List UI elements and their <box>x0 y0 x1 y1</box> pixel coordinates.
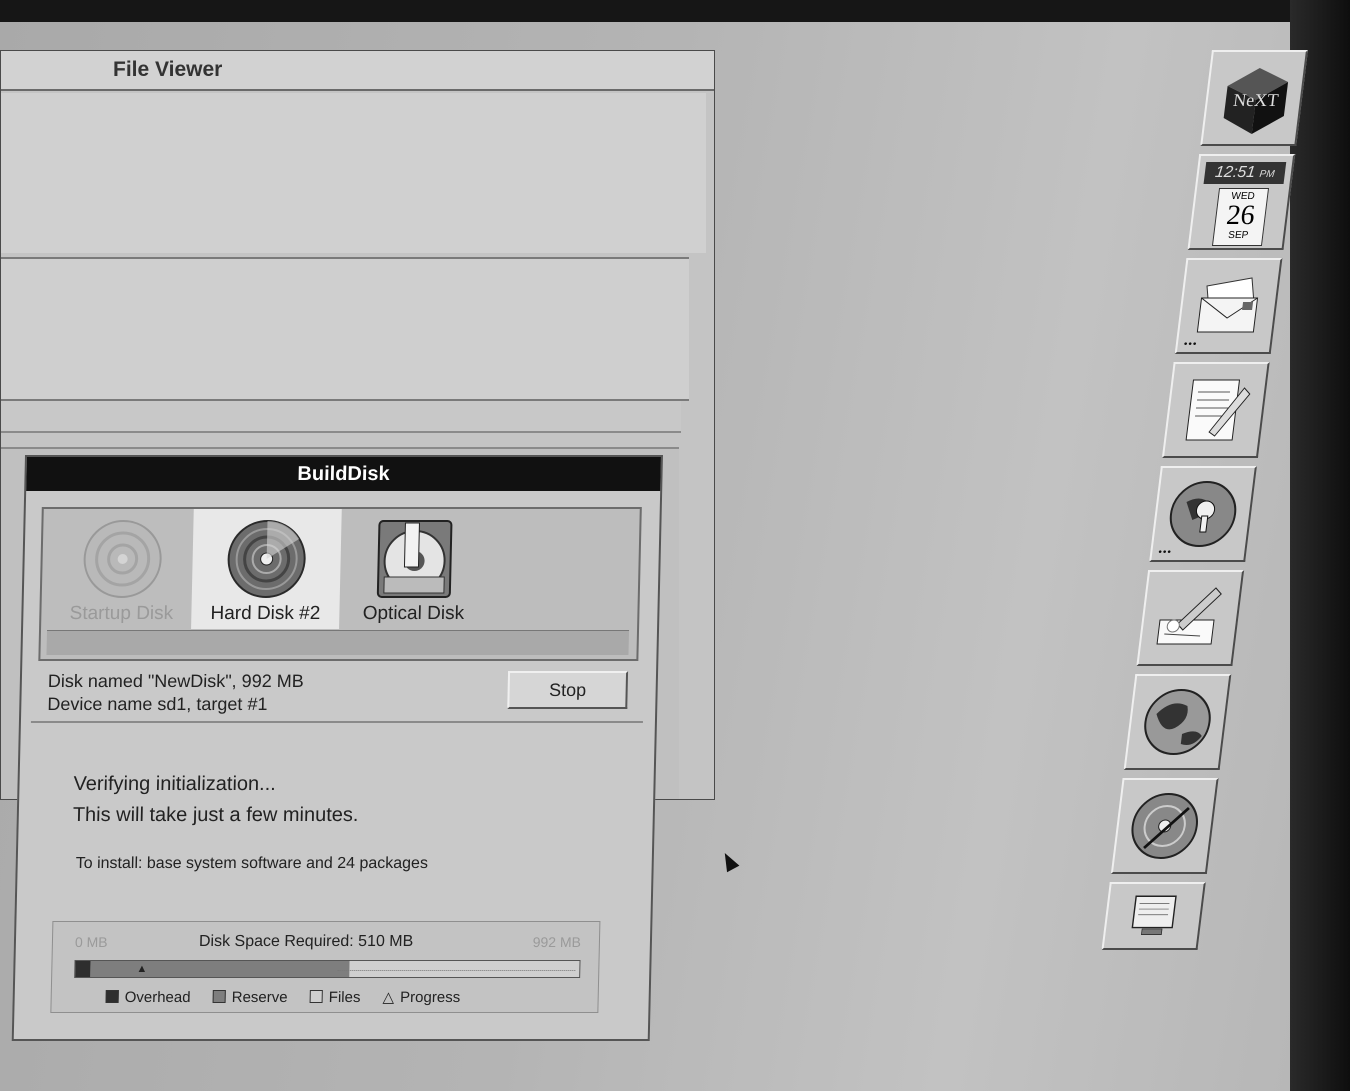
legend-files: Files <box>309 989 361 1006</box>
disk-info-name: Disk named "NewDisk", 992 MB <box>47 671 304 691</box>
legend-progress: △ Progress <box>382 989 461 1006</box>
dock-preferences[interactable]: ••• <box>1149 466 1257 562</box>
reserve-swatch-icon <box>212 990 226 1003</box>
panel-divider <box>30 721 643 723</box>
builddisk-titlebar[interactable]: BuildDisk <box>26 457 661 491</box>
dock-clock[interactable]: 12:51 PM WED 26 SEP <box>1187 154 1296 250</box>
file-viewer-browser[interactable] <box>1 257 689 401</box>
mail-envelope-icon <box>1196 277 1259 333</box>
preferences-globe-icon <box>1169 481 1237 547</box>
disk-icon <box>1131 793 1198 859</box>
dock-disk-utility[interactable] <box>1110 778 1219 874</box>
progress-triangle-icon: △ <box>382 989 395 1006</box>
disk-info-device: Device name sd1, target #1 <box>47 694 268 714</box>
space-legend: Overhead Reserve Files △ Progress <box>105 988 478 1006</box>
reserve-segment <box>90 961 350 977</box>
stop-button[interactable]: Stop <box>507 671 629 709</box>
legend-overhead: Overhead <box>105 989 191 1006</box>
clock-time: 12:51 PM <box>1203 162 1287 184</box>
status-submessage: This will take just a few minutes. <box>72 804 359 826</box>
dock-draw[interactable] <box>1136 570 1245 666</box>
free-space-ticks <box>337 970 576 974</box>
dock-next-logo[interactable]: NeXT <box>1200 50 1308 146</box>
dock-dots-icon: ••• <box>1183 339 1199 350</box>
install-note: To install: base system software and 24 … <box>75 855 429 872</box>
disk-option-startup[interactable]: Startup Disk <box>47 509 198 629</box>
file-viewer-shelf[interactable] <box>1 93 706 253</box>
space-min-label: 0 MB <box>74 934 108 950</box>
hard-disk-icon <box>83 520 162 598</box>
file-viewer-titlebar[interactable]: File Viewer <box>1 51 714 91</box>
terminal-icon <box>1131 895 1177 935</box>
overhead-swatch-icon <box>105 990 119 1003</box>
disk-selector-scrollbar[interactable] <box>46 630 630 655</box>
pen-draw-icon <box>1156 587 1222 645</box>
optical-disk-icon <box>376 520 453 598</box>
disk-label-startup: Startup Disk <box>69 603 174 624</box>
builddisk-panel: BuildDisk Startup Disk Hard Disk #2 Opti… <box>11 455 664 1041</box>
disk-space-bar: ▲ <box>74 960 581 978</box>
next-logo-text: NeXT <box>1232 90 1279 110</box>
dock-edit[interactable] <box>1161 362 1270 458</box>
file-viewer-title: File Viewer <box>113 58 223 81</box>
next-cube-icon: NeXT <box>1223 68 1289 134</box>
space-required-label: Disk Space Required: 510 MB <box>198 933 414 950</box>
files-swatch-icon <box>309 990 323 1003</box>
disk-selector: Startup Disk Hard Disk #2 Optical Disk <box>38 507 642 661</box>
space-max-label: 992 MB <box>532 934 582 950</box>
dock-network[interactable] <box>1123 674 1232 770</box>
disk-option-optical[interactable]: Optical Disk <box>339 509 490 629</box>
globe-icon <box>1144 689 1211 755</box>
disk-option-hard-disk-2[interactable]: Hard Disk #2 <box>191 509 342 629</box>
disk-label-optical: Optical Disk <box>362 603 465 624</box>
dock-dots-icon: ••• <box>1157 547 1173 558</box>
clock-calendar: WED 26 SEP <box>1211 188 1270 246</box>
disk-space-meter: 0 MB Disk Space Required: 510 MB 992 MB … <box>50 921 601 1013</box>
edit-document-icon <box>1185 379 1251 441</box>
dock-mail[interactable]: ••• <box>1174 258 1283 354</box>
legend-reserve: Reserve <box>212 989 288 1006</box>
hard-disk-icon <box>227 520 306 598</box>
builddisk-title: BuildDisk <box>297 463 390 485</box>
disk-label-hard-disk-2: Hard Disk #2 <box>210 603 321 624</box>
file-viewer-path <box>1 401 681 433</box>
status-message: Verifying initialization... <box>73 773 277 795</box>
overhead-segment <box>75 961 91 977</box>
dock-terminal[interactable] <box>1101 882 1206 950</box>
progress-marker-icon: ▲ <box>136 963 148 975</box>
